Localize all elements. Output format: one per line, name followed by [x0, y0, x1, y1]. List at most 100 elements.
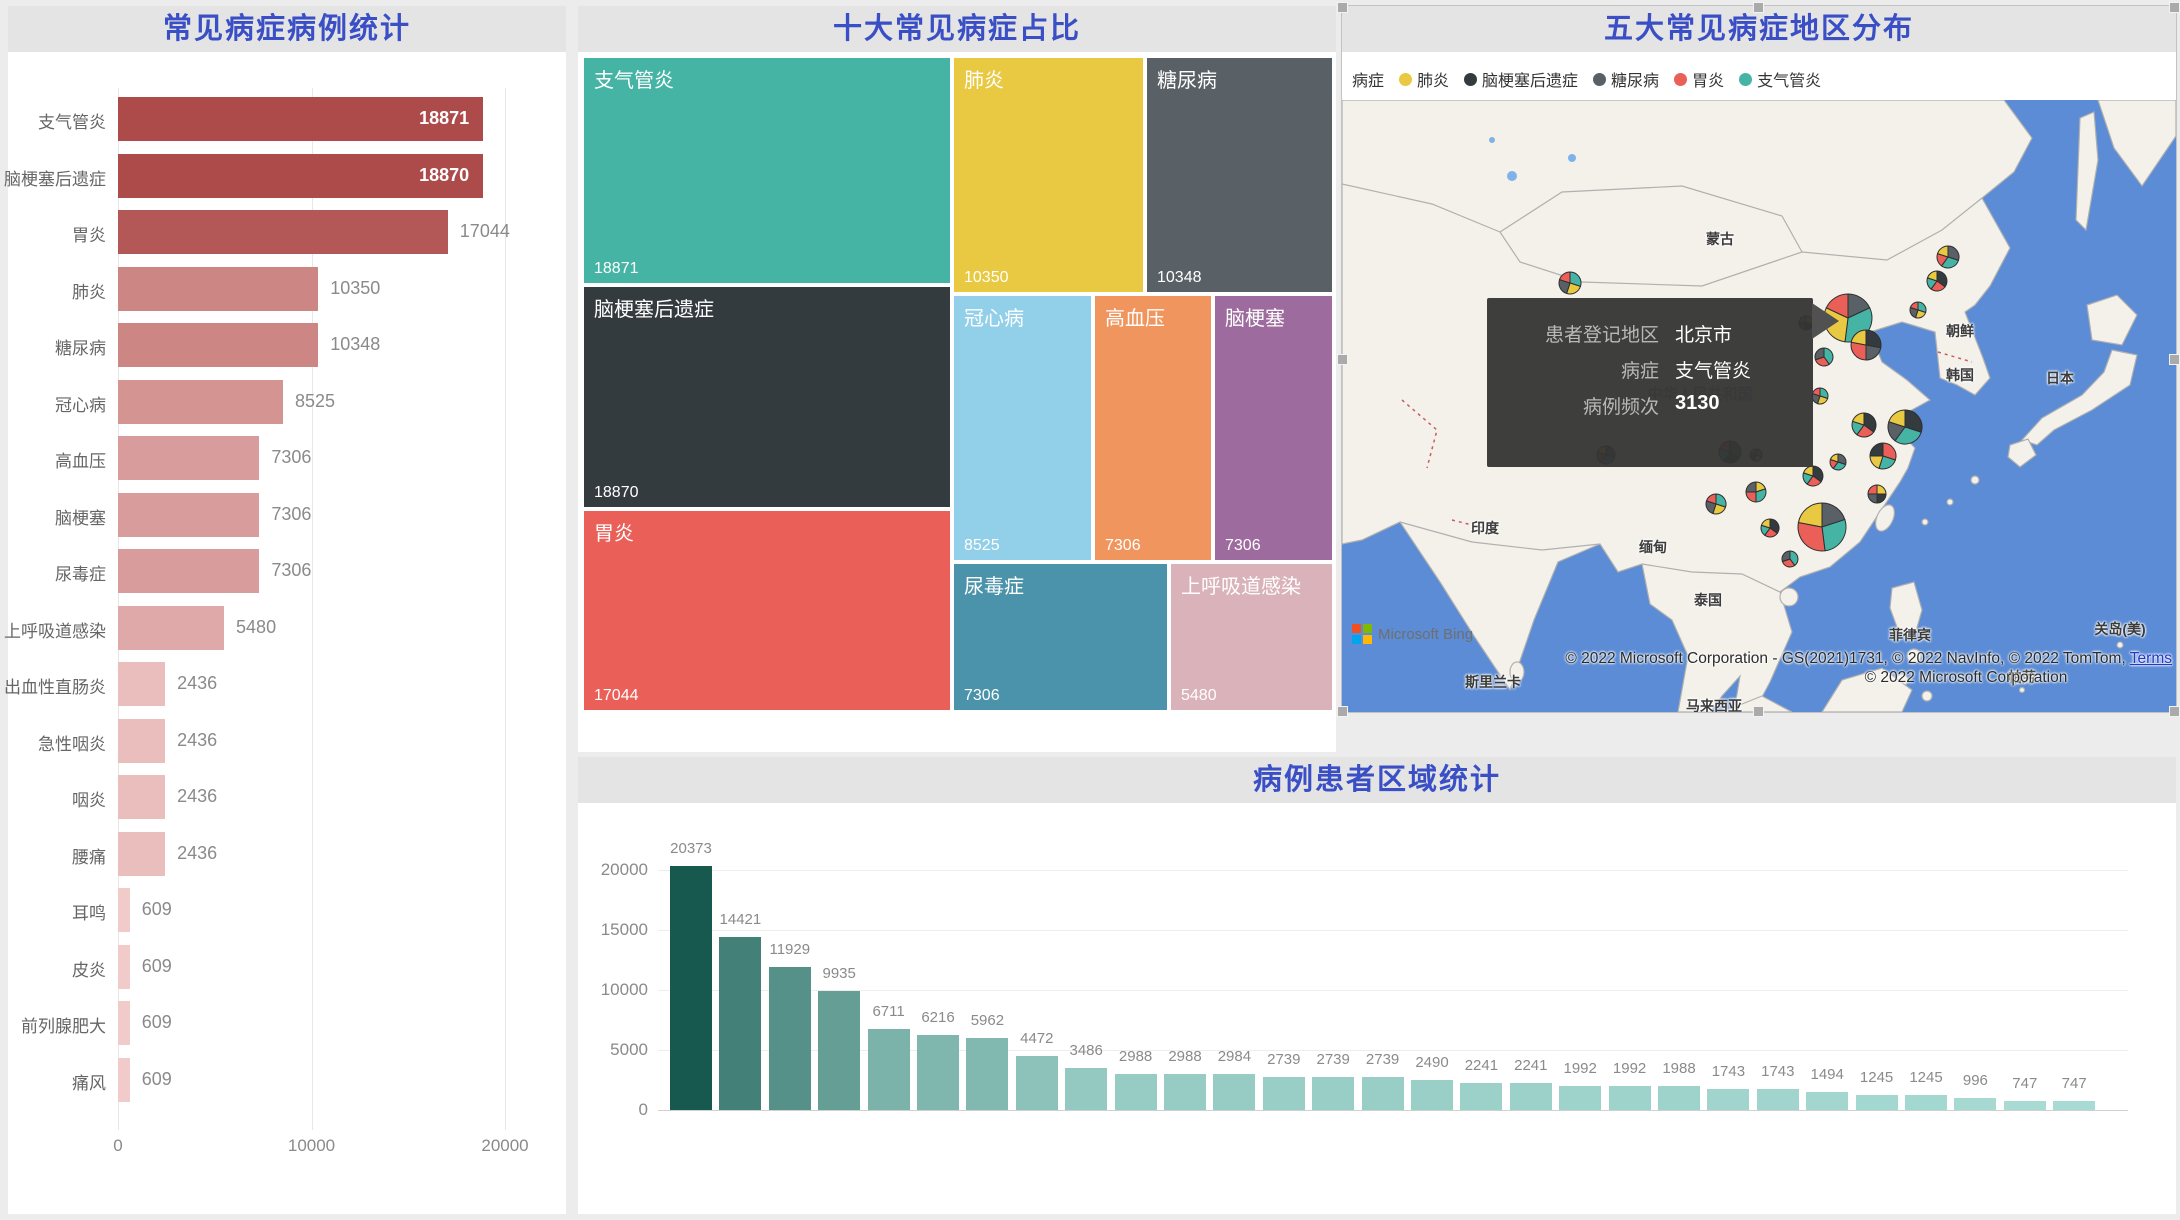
bar-江苏省[interactable]	[966, 1038, 1008, 1110]
terms-link[interactable]: Terms	[2130, 650, 2172, 667]
map-pie[interactable]	[1830, 454, 1846, 470]
map-pie[interactable]	[1852, 413, 1876, 437]
treemap-tile-上呼吸道感染[interactable]: 上呼吸道感染5480	[1171, 564, 1332, 710]
treemap-tile-脑梗塞[interactable]: 脑梗塞7306	[1215, 296, 1332, 560]
bar-湖南省[interactable]	[1016, 1056, 1058, 1110]
map-pie[interactable]	[1868, 485, 1886, 503]
bar-脑梗塞[interactable]	[118, 493, 259, 537]
bar-广东省[interactable]	[719, 937, 761, 1110]
legend-item-糖尿病[interactable]: 糖尿病	[1593, 67, 1659, 91]
bar-辽宁省[interactable]	[1362, 1077, 1404, 1110]
category-label: 胃炎	[2, 221, 106, 246]
bar-四川省[interactable]	[868, 1029, 910, 1110]
map-pie[interactable]	[1782, 551, 1798, 567]
bar-皮炎[interactable]	[118, 945, 130, 989]
bar-重庆市[interactable]	[1806, 1092, 1848, 1110]
bar-西藏自治区[interactable]	[2053, 1101, 2095, 1110]
bar-上海市[interactable]	[769, 967, 811, 1110]
bar-广西壮族自治区[interactable]	[1510, 1083, 1552, 1110]
map-pie[interactable]	[1559, 272, 1581, 294]
treemap-tile-冠心病[interactable]: 冠心病8525	[954, 296, 1091, 560]
bar-福建省[interactable]	[1460, 1083, 1502, 1110]
legend-item-脑梗塞后遗症[interactable]: 脑梗塞后遗症	[1464, 67, 1578, 91]
bar-山东省[interactable]	[1065, 1068, 1107, 1110]
bar-河南省[interactable]	[1312, 1077, 1354, 1110]
bar-江西省[interactable]	[1658, 1086, 1700, 1110]
bar-陕西省[interactable]	[1609, 1086, 1651, 1110]
bar-吉林省[interactable]	[1559, 1086, 1601, 1110]
treemap-tile-胃炎[interactable]: 胃炎17044	[584, 511, 950, 710]
bar-新疆维吾尔自治区[interactable]	[1905, 1095, 1947, 1110]
legend-item-支气管炎[interactable]: 支气管炎	[1739, 67, 1821, 91]
legend-label: 脑梗塞后遗症	[1482, 67, 1578, 91]
map-pie[interactable]	[1706, 494, 1726, 514]
y-axis-tick: 20000	[560, 860, 648, 880]
bar-咽炎[interactable]	[118, 775, 165, 819]
resize-handle[interactable]	[1753, 2, 1764, 13]
resize-handle[interactable]	[1337, 2, 1348, 13]
bar-胃炎[interactable]	[118, 210, 448, 254]
map-legend: 病症 肺炎脑梗塞后遗症糖尿病胃炎支气管炎	[1352, 64, 1821, 94]
resize-handle[interactable]	[2169, 354, 2180, 365]
map-pie[interactable]	[1815, 348, 1833, 366]
bar-尿毒症[interactable]	[118, 549, 259, 593]
map-pie[interactable]	[1870, 443, 1896, 469]
value-label: 747	[2014, 1075, 2134, 1092]
gridline	[505, 88, 506, 1130]
bar-冠心病[interactable]	[118, 380, 283, 424]
bar-安徽省[interactable]	[1115, 1074, 1157, 1110]
bar-内蒙古自治区[interactable]	[1757, 1089, 1799, 1110]
map-pie[interactable]	[1927, 271, 1947, 291]
bar-山西省[interactable]	[1411, 1080, 1453, 1110]
map-pie[interactable]	[1851, 330, 1881, 360]
treemap-tile-支气管炎[interactable]: 支气管炎18871	[584, 58, 950, 283]
bar-海南省[interactable]	[2004, 1101, 2046, 1110]
tile-name: 糖尿病	[1157, 64, 1217, 93]
map-pie[interactable]	[1937, 246, 1959, 268]
y-axis-tick: 0	[560, 1100, 648, 1120]
map-pie[interactable]	[1910, 302, 1926, 318]
bar-痛风[interactable]	[118, 1058, 130, 1102]
bar-黑龙江省[interactable]	[1164, 1074, 1206, 1110]
treemap-tile-脑梗塞后遗症[interactable]: 脑梗塞后遗症18870	[584, 287, 950, 507]
map-pie[interactable]	[1888, 410, 1922, 444]
legend-item-肺炎[interactable]: 肺炎	[1399, 67, 1449, 91]
resize-handle[interactable]	[1337, 706, 1348, 717]
tile-name: 上呼吸道感染	[1181, 570, 1301, 599]
pie-slice	[1746, 492, 1756, 502]
treemap-tile-糖尿病[interactable]: 糖尿病10348	[1147, 58, 1332, 292]
bar-天津市[interactable]	[917, 1035, 959, 1110]
legend-item-胃炎[interactable]: 胃炎	[1674, 67, 1724, 91]
resize-handle[interactable]	[2169, 706, 2180, 717]
bar-糖尿病[interactable]	[118, 323, 318, 367]
map-pie[interactable]	[1812, 388, 1828, 404]
treemap-tile-肺炎[interactable]: 肺炎10350	[954, 58, 1143, 292]
resize-handle[interactable]	[1337, 354, 1348, 365]
treemap-tile-尿毒症[interactable]: 尿毒症7306	[954, 564, 1167, 710]
bar-北京市[interactable]	[670, 866, 712, 1110]
map-pie[interactable]	[1803, 466, 1823, 486]
microsoft-logo-icon	[1352, 624, 1372, 644]
map-pie[interactable]	[1746, 482, 1766, 502]
bar-上呼吸道感染[interactable]	[118, 606, 224, 650]
resize-handle[interactable]	[2169, 2, 2180, 13]
bar-贵州省[interactable]	[1856, 1095, 1898, 1110]
map-pie[interactable]	[1798, 503, 1846, 551]
bar-急性咽炎[interactable]	[118, 719, 165, 763]
bar-云南省[interactable]	[1213, 1074, 1255, 1110]
bar-耳鸣[interactable]	[118, 888, 130, 932]
bar-前列腺肥大[interactable]	[118, 1001, 130, 1045]
bar-宁夏回族自治区[interactable]	[1954, 1098, 1996, 1110]
treemap-tile-高血压[interactable]: 高血压7306	[1095, 296, 1211, 560]
tooltip-label: 病例频次	[1501, 392, 1659, 419]
bar-出血性直肠炎[interactable]	[118, 662, 165, 706]
map-pie[interactable]	[1761, 519, 1779, 537]
bar-腰痛[interactable]	[118, 832, 165, 876]
bar-高血压[interactable]	[118, 436, 259, 480]
bing-logo-label: Microsoft Bing	[1378, 626, 1473, 643]
panel-title-common-diseases: 常见病症病例统计	[8, 6, 566, 52]
resize-handle[interactable]	[1753, 706, 1764, 717]
bar-肺炎[interactable]	[118, 267, 318, 311]
bar-甘肃省[interactable]	[1707, 1089, 1749, 1110]
bar-河北省[interactable]	[1263, 1077, 1305, 1110]
